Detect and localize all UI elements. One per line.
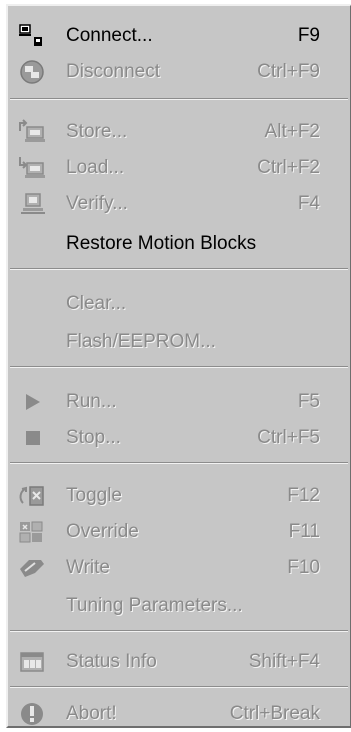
menu-item-shortcut: F12 (287, 485, 320, 506)
menu-item-label: Tuning Parameters... (66, 595, 243, 616)
menu-item-shortcut: Ctrl+Break (229, 703, 320, 724)
menu-item-label: Restore Motion Blocks (66, 233, 257, 254)
menu-item-shortcut: F5 (297, 391, 320, 412)
menu-item-shortcut: F10 (287, 557, 320, 578)
toggle-icon (16, 482, 48, 510)
menu-separator (10, 98, 348, 100)
menu-item-label: Abort! (66, 703, 117, 724)
menu-item-restore-motion-blocks[interactable]: Restore Motion Blocks (8, 226, 350, 262)
menu-item-abort[interactable]: Abort! Ctrl+Break (8, 696, 350, 732)
menu-item-label: Store... (66, 121, 128, 142)
play-icon (16, 388, 48, 416)
override-icon (16, 518, 48, 546)
disconnect-icon (16, 58, 48, 86)
menu-item-shortcut: Ctrl+F5 (257, 427, 320, 448)
menu-item-label: Clear... (66, 293, 127, 314)
menu-item-label: Toggle (66, 485, 122, 506)
menu-item-shortcut: F11 (288, 521, 320, 542)
menu-item-shortcut: Shift+F4 (248, 651, 320, 672)
menu-item-toggle[interactable]: Toggle F12 (8, 478, 350, 514)
menu-item-shortcut: Ctrl+F9 (257, 61, 320, 82)
menu-item-label: Run... (66, 391, 117, 412)
menu-separator (10, 268, 348, 270)
load-icon (16, 154, 48, 182)
menu-item-load[interactable]: Load... Ctrl+F2 (8, 150, 350, 186)
menu-item-label: Override (66, 521, 139, 542)
menu-item-label: Flash/EEPROM... (66, 331, 216, 352)
menu-item-write[interactable]: Write F10 (8, 550, 350, 586)
menu-item-shortcut: Alt+F2 (264, 121, 320, 142)
menu-item-label: Verify... (66, 193, 128, 214)
menu-item-label: Status Info (66, 651, 157, 672)
menu-item-label: Connect... (66, 25, 153, 46)
menu-item-override[interactable]: Override F11 (8, 514, 350, 550)
menu-item-flash-eeprom[interactable]: Flash/EEPROM... (8, 324, 350, 360)
menu-item-disconnect[interactable]: Disconnect Ctrl+F9 (8, 54, 350, 90)
connect-icon (16, 22, 48, 50)
menu-item-label: Stop... (66, 427, 121, 448)
menu-item-status-info[interactable]: Status Info Shift+F4 (8, 644, 350, 680)
write-icon (16, 554, 48, 582)
menu-item-verify[interactable]: Verify... F4 (8, 186, 350, 222)
abort-icon (16, 700, 48, 728)
menu-separator (10, 630, 348, 632)
status-info-icon (16, 648, 48, 676)
menu-item-store[interactable]: Store... Alt+F2 (8, 114, 350, 150)
menu-item-clear[interactable]: Clear... (8, 286, 350, 322)
menu-item-label: Disconnect (66, 61, 160, 82)
menu-item-label: Load... (66, 157, 125, 178)
menu-separator (10, 462, 348, 464)
context-menu: Connect... F9 Disconnect Ctrl+F9 Store.. (6, 4, 351, 728)
menu-item-shortcut: Ctrl+F2 (257, 157, 320, 178)
menu-item-connect[interactable]: Connect... F9 (8, 18, 350, 54)
menu-item-tuning-parameters[interactable]: Tuning Parameters... (8, 588, 350, 624)
menu-item-label: Write (66, 557, 110, 578)
menu-item-stop[interactable]: Stop... Ctrl+F5 (8, 420, 350, 456)
menu-separator (10, 366, 348, 368)
stop-icon (16, 424, 48, 452)
menu-separator (10, 686, 348, 688)
menu-item-shortcut: F4 (297, 193, 320, 214)
menu-item-run[interactable]: Run... F5 (8, 384, 350, 420)
store-icon (16, 118, 48, 146)
verify-icon (16, 190, 48, 218)
menu-item-shortcut: F9 (297, 25, 320, 46)
